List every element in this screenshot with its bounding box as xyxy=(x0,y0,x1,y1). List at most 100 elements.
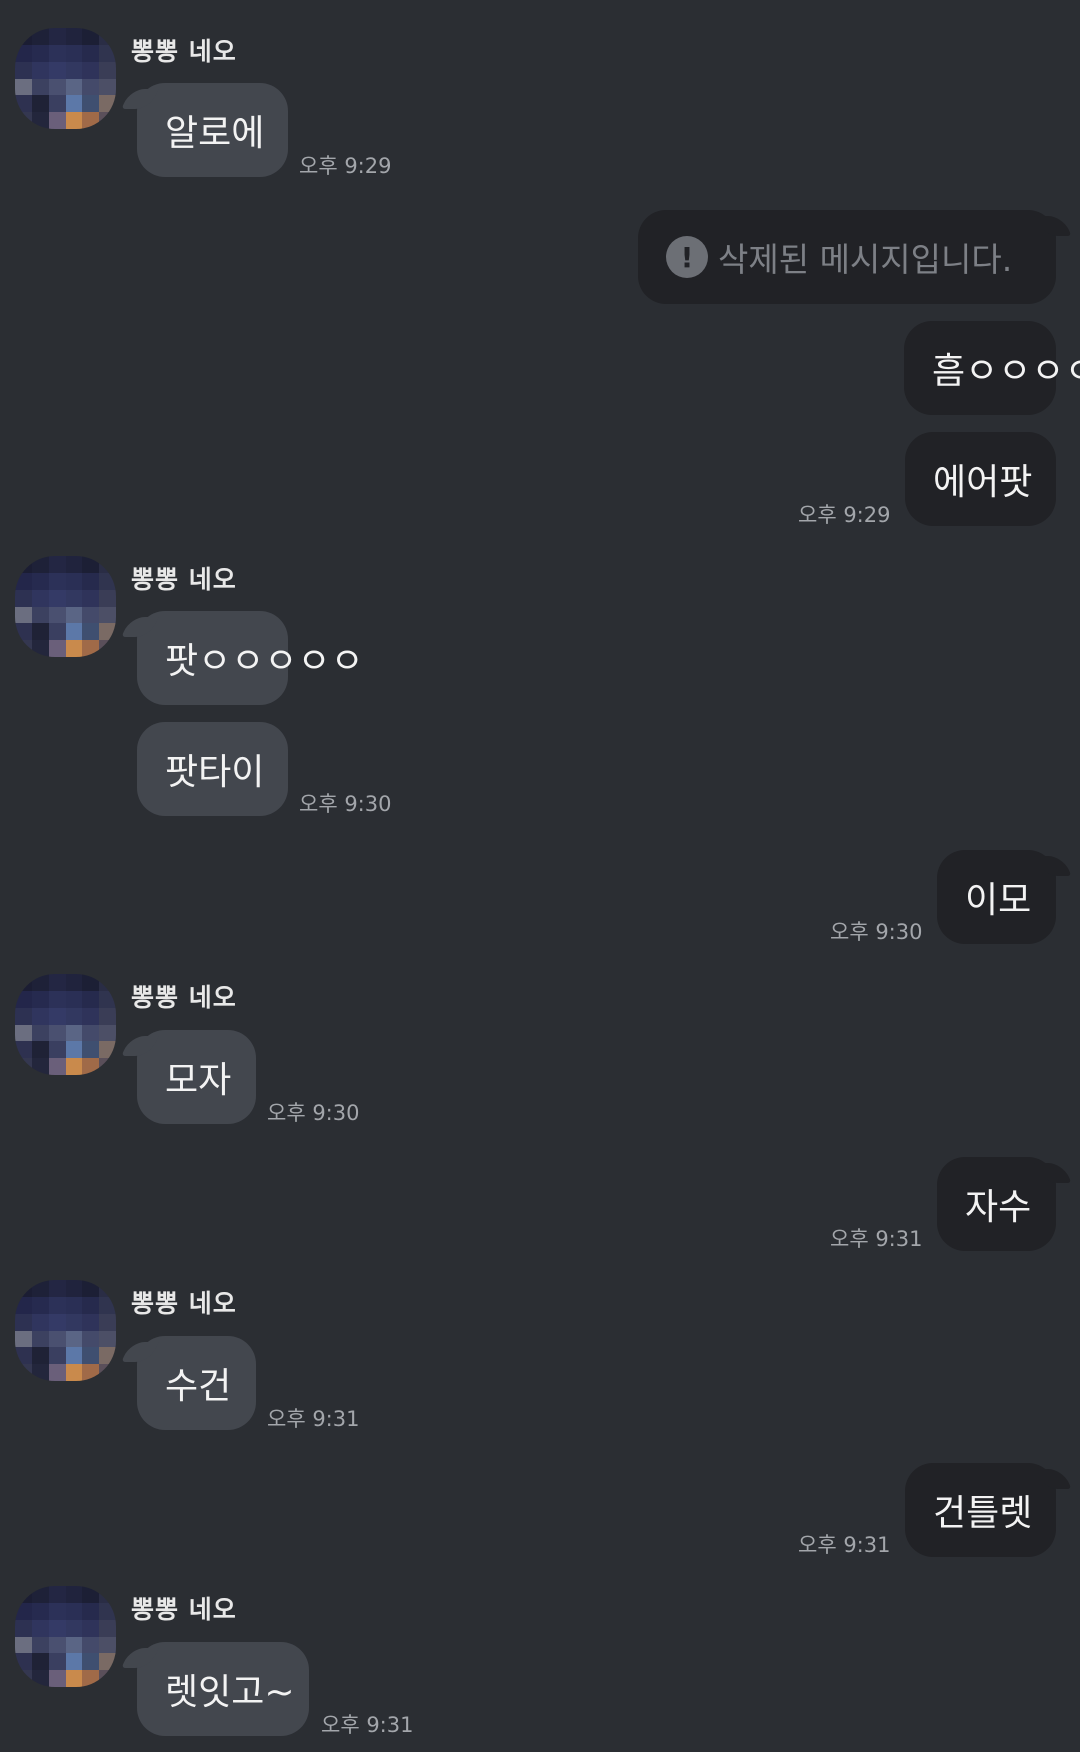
message-text: 팟ㅇㅇㅇㅇㅇ xyxy=(165,641,364,682)
avatar-mosaic-tile xyxy=(99,78,116,96)
avatar-mosaic-tile xyxy=(65,1041,83,1059)
avatar-mosaic-tile xyxy=(82,1347,100,1365)
avatar-mosaic-tile xyxy=(15,1636,32,1654)
avatar-mosaic-tile xyxy=(48,623,66,641)
message-text: 자수 xyxy=(965,1187,1032,1228)
avatar-mosaic-tile xyxy=(15,556,32,573)
avatar-mosaic-tile xyxy=(31,572,49,590)
incoming-message-bubble[interactable]: 팟ㅇㅇㅇㅇㅇ xyxy=(137,611,364,705)
sender-name: 뽕뽕 네오 xyxy=(131,565,237,594)
sender-avatar[interactable] xyxy=(15,1586,116,1687)
incoming-message-bubble[interactable]: 알로에 xyxy=(137,83,288,177)
avatar-mosaic-tile xyxy=(82,606,100,624)
outgoing-message-bubble[interactable]: 에어팟 xyxy=(905,432,1056,526)
message-text: 이모 xyxy=(965,880,1032,921)
avatar-mosaic-tile xyxy=(48,606,66,624)
avatar-mosaic-tile xyxy=(15,1619,32,1637)
outgoing-message-bubble[interactable]: 자수 xyxy=(937,1157,1056,1251)
avatar-mosaic-tile xyxy=(99,1007,116,1025)
avatar-mosaic-tile xyxy=(31,1347,49,1365)
avatar-mosaic-tile xyxy=(65,1670,83,1687)
avatar-mosaic-tile xyxy=(99,1636,116,1654)
avatar-mosaic-tile xyxy=(15,1670,32,1687)
avatar-mosaic-tile xyxy=(99,1296,116,1314)
avatar-mosaic-tile xyxy=(31,974,49,991)
avatar-mosaic-tile xyxy=(65,1280,83,1297)
avatar-mosaic-tile xyxy=(82,78,100,96)
avatar-mosaic-tile xyxy=(65,589,83,607)
outgoing-message-bubble[interactable]: ! 삭제된 메시지입니다. xyxy=(638,210,1056,304)
avatar-mosaic-tile xyxy=(48,1619,66,1637)
avatar-mosaic-tile xyxy=(65,1330,83,1348)
avatar-mosaic-tile xyxy=(48,1636,66,1654)
avatar-mosaic-tile xyxy=(99,606,116,624)
avatar-mosaic-tile xyxy=(48,589,66,607)
outgoing-message-bubble[interactable]: 흠ㅇㅇㅇㅇㅇ xyxy=(904,321,1080,415)
avatar-mosaic-tile xyxy=(48,1602,66,1620)
avatar-mosaic-tile xyxy=(31,1586,49,1603)
avatar-mosaic-tile xyxy=(82,44,100,62)
avatar-mosaic-tile xyxy=(65,1636,83,1654)
avatar-mosaic-tile xyxy=(48,974,66,991)
outgoing-message-bubble[interactable]: 건틀렛 xyxy=(905,1463,1056,1557)
avatar-mosaic-tile xyxy=(65,1602,83,1620)
avatar-mosaic-tile xyxy=(48,640,66,657)
sender-avatar[interactable] xyxy=(15,556,116,657)
avatar-mosaic-tile xyxy=(15,1653,32,1671)
avatar-mosaic-tile xyxy=(31,640,49,657)
message-text: 흠ㅇㅇㅇㅇㅇ xyxy=(932,351,1080,392)
avatar-mosaic-tile xyxy=(99,572,116,590)
message-timestamp: 오후 9:31 xyxy=(321,1713,414,1737)
sender-avatar[interactable] xyxy=(15,974,116,1075)
avatar-mosaic-tile xyxy=(48,556,66,573)
chat-area[interactable]: 뽕뽕 네오 알로에 오후 9:29 ! 삭제된 메시지입니다. 흠ㅇㅇㅇㅇㅇ 에… xyxy=(0,0,1080,1752)
avatar-mosaic-tile xyxy=(31,1058,49,1075)
avatar-mosaic-tile xyxy=(15,1330,32,1348)
incoming-message-bubble[interactable]: 모자 xyxy=(137,1030,256,1124)
avatar-mosaic-tile xyxy=(82,1619,100,1637)
avatar-mosaic-tile xyxy=(82,95,100,113)
avatar-mosaic-tile xyxy=(48,990,66,1008)
avatar-mosaic-tile xyxy=(99,1619,116,1637)
avatar-mosaic-tile xyxy=(48,1330,66,1348)
message-timestamp: 오후 9:31 xyxy=(267,1407,360,1431)
message-text: 알로에 xyxy=(165,113,265,154)
avatar-mosaic-tile xyxy=(82,61,100,79)
avatar-mosaic-tile xyxy=(82,1602,100,1620)
incoming-message-bubble[interactable]: 렛잇고~ xyxy=(137,1642,309,1736)
avatar-mosaic-tile xyxy=(99,1313,116,1331)
avatar-mosaic-tile xyxy=(82,28,100,45)
avatar-mosaic-tile xyxy=(31,78,49,96)
avatar-mosaic-tile xyxy=(82,1330,100,1348)
sender-avatar[interactable] xyxy=(15,28,116,129)
message-text: 에어팟 xyxy=(933,462,1033,503)
sender-name: 뽕뽕 네오 xyxy=(131,983,237,1012)
avatar-mosaic-tile xyxy=(82,556,100,573)
incoming-message-bubble[interactable]: 수건 xyxy=(137,1336,256,1430)
avatar-mosaic-tile xyxy=(82,1007,100,1025)
avatar-mosaic-tile xyxy=(99,990,116,1008)
avatar-mosaic-tile xyxy=(31,1313,49,1331)
avatar-mosaic-tile xyxy=(65,974,83,991)
avatar-mosaic-tile xyxy=(65,606,83,624)
avatar-mosaic-tile xyxy=(15,1007,32,1025)
sender-avatar[interactable] xyxy=(15,1280,116,1381)
avatar-mosaic-tile xyxy=(82,974,100,991)
message-timestamp: 오후 9:31 xyxy=(830,1227,923,1251)
avatar-mosaic-tile xyxy=(15,589,32,607)
avatar-mosaic-tile xyxy=(15,1586,32,1603)
avatar-mosaic-tile xyxy=(99,1024,116,1042)
avatar-mosaic-tile xyxy=(15,44,32,62)
avatar-mosaic-tile xyxy=(99,1330,116,1348)
avatar-mosaic-tile xyxy=(82,589,100,607)
avatar-mosaic-tile xyxy=(99,44,116,62)
message-timestamp: 오후 9:30 xyxy=(830,920,923,944)
avatar-mosaic-tile xyxy=(48,28,66,45)
avatar-mosaic-tile xyxy=(15,606,32,624)
avatar-mosaic-tile xyxy=(99,1058,116,1075)
avatar-mosaic-tile xyxy=(48,1007,66,1025)
message-text: 건틀렛 xyxy=(933,1493,1033,1534)
outgoing-message-bubble[interactable]: 이모 xyxy=(937,850,1056,944)
avatar-mosaic-tile xyxy=(48,78,66,96)
incoming-message-bubble[interactable]: 팟타이 xyxy=(137,722,288,816)
